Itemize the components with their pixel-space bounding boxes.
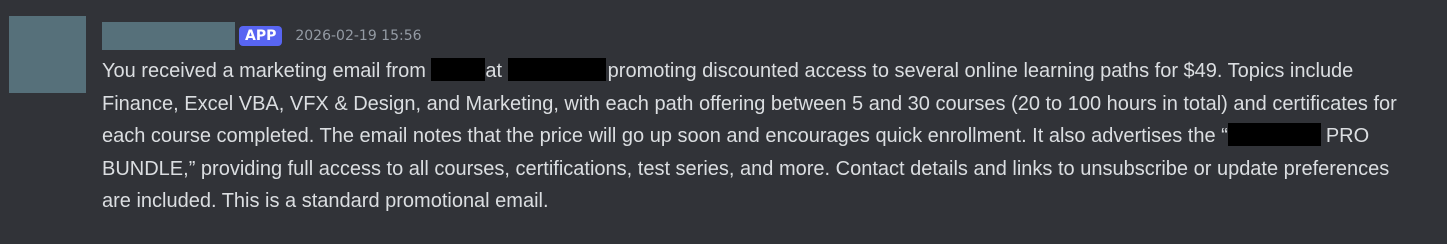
timestamp: 2026-02-19 15:56 (295, 28, 422, 44)
message-text-part-2: at (485, 60, 508, 82)
avatar[interactable] (9, 16, 86, 93)
message-header: APP 2026-02-19 15:56 (102, 22, 422, 50)
app-badge: APP (239, 26, 283, 46)
redacted-sender-address (507, 58, 606, 81)
message-text-part-1: You received a marketing email from (102, 60, 432, 82)
redacted-sender-name (431, 58, 486, 81)
message-content: You received a marketing email from at p… (102, 55, 1422, 218)
chat-message: APP 2026-02-19 15:56 You received a mark… (0, 0, 1447, 244)
username-redacted[interactable] (102, 22, 235, 50)
redacted-brand-name (1227, 123, 1321, 146)
